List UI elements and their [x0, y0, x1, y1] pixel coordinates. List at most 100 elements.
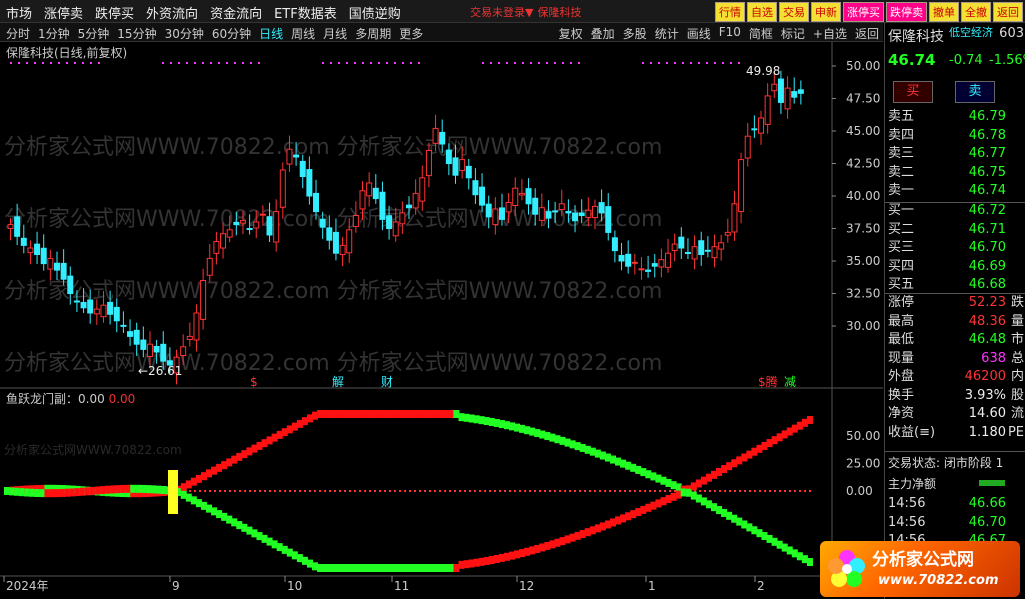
main-flow-label: 主力净额	[888, 477, 937, 491]
price-change: -0.74	[949, 53, 983, 68]
tool-button[interactable]: 叠加	[591, 25, 615, 42]
top-button[interactable]: 行情	[715, 2, 745, 22]
zero-dot	[529, 490, 531, 492]
signal-dot	[658, 62, 660, 64]
signal-dot	[738, 62, 740, 64]
candle-body	[53, 262, 60, 271]
menu-item[interactable]: 资金流向	[210, 3, 262, 22]
zero-dot	[464, 490, 466, 492]
period-tab[interactable]: 15分钟	[117, 25, 156, 42]
ribbon-lower	[806, 558, 813, 567]
zero-dot	[194, 490, 196, 492]
period-tab[interactable]: 更多	[399, 25, 423, 42]
candle-body	[160, 343, 167, 362]
top-button[interactable]: 自选	[747, 2, 777, 22]
top-button[interactable]: 全撤	[961, 2, 991, 22]
tool-button[interactable]: 复权	[559, 25, 583, 42]
top-button[interactable]: 跌停卖	[886, 2, 927, 22]
zero-dot	[474, 490, 476, 492]
candle-body	[339, 244, 346, 256]
quote-value: 46.72	[968, 203, 1006, 218]
candle-body	[299, 160, 306, 177]
zero-dot	[614, 490, 616, 492]
quote-row: 买四 46.69	[885, 258, 1025, 277]
tool-button[interactable]: 画线	[687, 25, 711, 42]
quote-label: 买二	[888, 221, 915, 237]
zero-dot	[324, 490, 326, 492]
trade-status[interactable]: 交易未登录	[470, 6, 525, 19]
buy-button[interactable]: 买	[893, 81, 933, 103]
period-tab[interactable]: 5分钟	[78, 25, 110, 42]
signal-dot	[522, 62, 524, 64]
quote-label: 卖三	[888, 146, 915, 161]
top-button[interactable]: 申新	[811, 2, 841, 22]
candle-body	[498, 207, 505, 220]
sell-button[interactable]: 卖	[955, 81, 995, 103]
candle-body	[120, 324, 127, 327]
menu-item[interactable]: 国债逆购	[349, 3, 401, 22]
sector-tag[interactable]: 低空经济	[949, 24, 993, 40]
candle-body	[100, 304, 107, 318]
period-tab[interactable]: 周线	[291, 25, 315, 42]
menu-item[interactable]: 跌停买	[95, 3, 134, 22]
candle-body	[266, 216, 273, 236]
quote-label: 买三	[888, 240, 915, 255]
candle-body	[512, 187, 519, 206]
top-button[interactable]: 返回	[993, 2, 1023, 22]
period-tab[interactable]: 日线	[259, 25, 283, 42]
quote-label: 净资	[888, 406, 915, 421]
candle-body	[711, 246, 718, 259]
low-annotation: ←26.61	[138, 364, 182, 378]
zero-dot	[534, 490, 536, 492]
quote-value: 46.71	[968, 221, 1006, 237]
zero-dot	[279, 490, 281, 492]
zero-dot	[559, 490, 561, 492]
candle-body	[485, 203, 492, 218]
tool-button[interactable]: +自选	[813, 25, 847, 42]
menu-item[interactable]: 市场	[6, 3, 32, 22]
top-button[interactable]: 交易	[779, 2, 809, 22]
period-tab[interactable]: 30分钟	[165, 25, 204, 42]
zero-dot	[699, 490, 701, 492]
signal-dot	[554, 62, 556, 64]
signal-dot	[682, 62, 684, 64]
y-tick-label: 50.00	[846, 429, 880, 443]
candle-body	[445, 149, 452, 164]
menu-item[interactable]: ETF数据表	[274, 3, 337, 22]
candle-body	[731, 203, 738, 233]
tool-button[interactable]: F10	[719, 25, 741, 42]
signal-dot	[322, 62, 324, 64]
kline-chart[interactable]: 分析家公式网WWW.70822.com 分析家公式网WWW.70822.com 分…	[0, 42, 883, 599]
watermark: 分析家公式网WWW.70822.com 分析家公式网WWW.70822.com	[4, 351, 662, 376]
tool-button[interactable]: 统计	[655, 25, 679, 42]
candle-body	[34, 243, 41, 256]
period-tab[interactable]: 月线	[323, 25, 347, 42]
period-tab[interactable]: 分时	[6, 25, 30, 42]
zero-dot	[799, 490, 801, 492]
menu-item[interactable]: 涨停卖	[44, 3, 83, 22]
candle-body	[671, 243, 678, 251]
tool-button[interactable]: 多股	[623, 25, 647, 42]
zero-dot	[229, 490, 231, 492]
tool-button[interactable]: 标记	[781, 25, 805, 42]
period-tab[interactable]: 1分钟	[38, 25, 70, 42]
chart-bg	[0, 42, 883, 599]
tool-button[interactable]: 返回	[855, 25, 879, 42]
period-tab[interactable]: 多周期	[355, 25, 391, 42]
zero-dot	[394, 490, 396, 492]
zero-dot	[444, 490, 446, 492]
top-button[interactable]: 撤单	[929, 2, 959, 22]
signal-dot	[226, 62, 228, 64]
zero-dot	[714, 490, 716, 492]
zero-dot	[794, 490, 796, 492]
period-tab[interactable]: 60分钟	[212, 25, 251, 42]
tool-button[interactable]: 简框	[749, 25, 773, 42]
signal-dot	[90, 62, 92, 64]
menu-item[interactable]: 外资流向	[146, 3, 198, 22]
zero-dot	[389, 490, 391, 492]
signal-dot	[170, 62, 172, 64]
top-button[interactable]: 涨停买	[843, 2, 884, 22]
y-tick-label: 35.00	[846, 254, 880, 268]
login-status: 交易未登录▼ 保隆科技	[470, 6, 582, 19]
candle-body	[784, 87, 791, 110]
